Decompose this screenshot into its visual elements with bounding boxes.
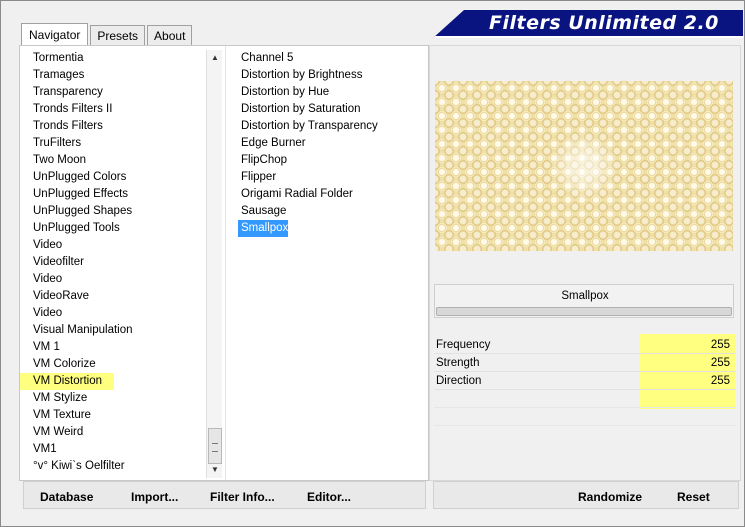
category-item[interactable]: VM 1 — [20, 339, 206, 356]
database-button[interactable]: Database — [40, 490, 93, 504]
category-item[interactable]: °v° Kiwi`s Oelfilter — [20, 458, 206, 475]
filter-item[interactable]: Flipper — [238, 169, 428, 186]
banner-title: Filters Unlimited 2.0 — [489, 12, 719, 34]
category-item[interactable]: VM1 — [20, 441, 206, 458]
category-item[interactable]: Video — [20, 305, 206, 322]
param-value[interactable]: 255 — [639, 336, 736, 354]
category-item[interactable]: VM Stylize — [20, 390, 206, 407]
scroll-thumb[interactable] — [208, 428, 222, 464]
category-item[interactable]: Video — [20, 237, 206, 254]
filter-preview-image — [435, 81, 733, 251]
list-divider — [225, 46, 226, 480]
category-item[interactable]: Transparency — [20, 84, 206, 101]
filter-progress-bar — [436, 307, 732, 316]
bottom-toolbar-right: Randomize Reset — [433, 481, 739, 509]
category-item[interactable]: UnPlugged Tools — [20, 220, 206, 237]
reset-button[interactable]: Reset — [677, 490, 710, 504]
param-label: Frequency — [436, 339, 491, 351]
category-item[interactable]: VM Distortion — [20, 373, 114, 390]
filter-item[interactable]: Origami Radial Folder — [238, 186, 428, 203]
category-item[interactable]: UnPlugged Effects — [20, 186, 206, 203]
category-item[interactable]: VideoRave — [20, 288, 206, 305]
category-item[interactable]: TruFilters — [20, 135, 206, 152]
filter-item[interactable]: Channel 5 — [238, 50, 428, 67]
category-item[interactable]: Tronds Filters — [20, 118, 206, 135]
category-item[interactable]: Tronds Filters II — [20, 101, 206, 118]
filter-item[interactable]: Distortion by Hue — [238, 84, 428, 101]
filter-item[interactable]: Distortion by Transparency — [238, 118, 428, 135]
category-list: Tormentia Tramages Transparency Tronds Filt… — [20, 50, 206, 475]
import-button[interactable]: Import... — [131, 490, 178, 504]
filter-item[interactable]: Distortion by Brightness — [238, 67, 428, 84]
tab-presets[interactable]: Presets — [90, 25, 146, 45]
filter-item[interactable]: Distortion by Saturation — [238, 101, 428, 118]
tab-about[interactable]: About — [147, 25, 193, 45]
filter-name: Smallpox — [561, 290, 609, 302]
empty-param-row — [434, 390, 736, 408]
param-row[interactable]: Strength 255 — [434, 354, 736, 372]
category-item[interactable]: UnPlugged Shapes — [20, 203, 206, 220]
category-item[interactable]: Videofilter — [20, 254, 206, 271]
category-item[interactable]: UnPlugged Colors — [20, 169, 206, 186]
parameter-list: Frequency 255 Strength 255 Direction 255 — [434, 336, 736, 436]
param-row[interactable]: Direction 255 — [434, 372, 736, 390]
category-item[interactable]: Visual Manipulation — [20, 322, 206, 339]
filter-info-button[interactable]: Filter Info... — [210, 490, 275, 504]
filter-name-box: Smallpox — [434, 284, 734, 318]
param-value[interactable]: 255 — [639, 372, 736, 390]
filter-item[interactable]: Edge Burner — [238, 135, 428, 152]
tab-bar: Navigator Presets About — [21, 23, 194, 46]
category-item[interactable]: VM Colorize — [20, 356, 206, 373]
filter-list: Channel 5 Distortion by Brightness Distort… — [238, 50, 428, 237]
param-row[interactable]: Frequency 255 — [434, 336, 736, 354]
filter-item[interactable]: FlipChop — [238, 152, 428, 169]
empty-param-row — [434, 408, 736, 426]
bottom-toolbar-left: Database Import... Filter Info... Editor… — [23, 481, 426, 509]
param-value[interactable]: 255 — [639, 354, 736, 372]
filters-unlimited-window: Filters Unlimited 2.0 Navigator Presets … — [0, 0, 745, 527]
category-item[interactable]: VM Texture — [20, 407, 206, 424]
scroll-down-icon[interactable]: ▼ — [207, 462, 223, 478]
category-item[interactable]: VM Weird — [20, 424, 206, 441]
category-item[interactable]: Tormentia — [20, 50, 206, 67]
param-label: Direction — [436, 375, 482, 387]
scroll-up-icon[interactable]: ▲ — [207, 50, 223, 66]
filter-item[interactable]: Sausage — [238, 203, 428, 220]
category-item[interactable]: Tramages — [20, 67, 206, 84]
param-label: Strength — [436, 357, 480, 369]
filter-item[interactable]: Smallpox — [238, 220, 288, 237]
randomize-button[interactable]: Randomize — [578, 490, 642, 504]
navigator-panel: Tormentia Tramages Transparency Tronds Filt… — [19, 45, 429, 481]
editor-button[interactable]: Editor... — [307, 490, 351, 504]
category-item[interactable]: Two Moon — [20, 152, 206, 169]
tab-navigator[interactable]: Navigator — [21, 23, 89, 46]
category-item[interactable]: Video — [20, 271, 206, 288]
category-scrollbar[interactable]: ▲ ▼ — [206, 50, 222, 478]
